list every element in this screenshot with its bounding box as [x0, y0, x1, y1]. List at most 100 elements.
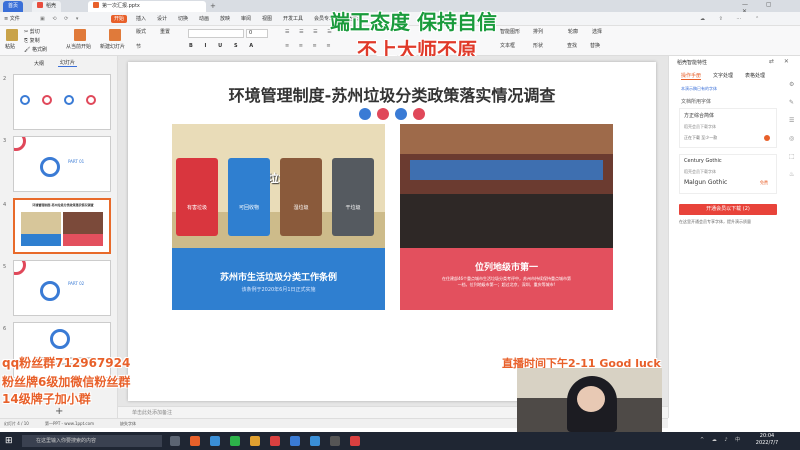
download-button[interactable]: 开通会员以下载 (2) [679, 204, 777, 215]
slide-thumb-4-selected[interactable]: 环境管理制度-苏州垃圾分类政策落实情况调查 [13, 198, 111, 254]
tab-document[interactable]: 第一次汇报.pptx [88, 1, 206, 12]
menu-design[interactable]: 设计 [157, 15, 167, 23]
task-view-icon[interactable] [170, 436, 180, 446]
shape-button[interactable]: 形状 [533, 43, 543, 50]
cut-label: 剪切 [29, 29, 40, 35]
outline-button[interactable]: 轮廓 [568, 29, 578, 36]
paragraph-buttons[interactable]: ☰ ☰ ☰ ☰ [285, 29, 336, 36]
regulation-card[interactable]: 苏州市生活垃圾分类工作条例 该条例于2020年6月1日正式实施 [172, 248, 385, 310]
slide-thumb-2[interactable] [13, 74, 111, 130]
find-button[interactable]: 查找 [567, 43, 577, 50]
conference-image[interactable] [400, 124, 613, 248]
docer-icon [37, 2, 43, 8]
slideshow-icon[interactable] [74, 29, 86, 41]
font-name-select[interactable] [188, 29, 244, 38]
edge-icon[interactable] [210, 436, 220, 446]
taskbar-search[interactable]: 在这里输入你要搜索的内容 [22, 435, 162, 447]
thumb-ring [14, 261, 26, 275]
slide[interactable]: 环境管理制度-苏州垃圾分类政策落实情况调查 苏州垃圾分类 有害垃圾 可回收物 湿… [128, 62, 656, 401]
cut-button[interactable]: ✂ 剪切 [24, 29, 40, 36]
layout-button[interactable]: 版式 [136, 29, 146, 36]
menu-file[interactable]: ≡ 文件 [4, 15, 20, 23]
font-item-1[interactable]: 方正综合简体 稻壳会员下载字体 正在下载 至少一款 [679, 108, 777, 148]
stream-fan-note-2: 14级牌子加小群 [2, 392, 91, 406]
menu-animation[interactable]: 动画 [199, 15, 209, 23]
menu-view[interactable]: 视图 [262, 15, 272, 23]
quick-access-icons[interactable]: ▣ ⟲ ⟳ ▾ [40, 15, 81, 23]
thumb-card [21, 234, 61, 246]
format-painter-button[interactable]: 🖌 格式刷 [24, 47, 47, 54]
font-size-select[interactable]: 0 [246, 29, 268, 38]
paste-icon[interactable] [6, 29, 18, 41]
wps-icon[interactable] [350, 436, 360, 446]
copy-label: 复制 [29, 38, 40, 44]
ranking-card[interactable]: 位列地级市第一 在住建部46个重点城市生活垃圾分类考评中，苏州市持续保持重点城市… [400, 248, 613, 310]
windows-start-icon[interactable]: ⊞ [5, 436, 13, 446]
tab-slides[interactable]: 幻灯片 [58, 59, 78, 67]
section-button[interactable]: 节 [136, 44, 141, 51]
app-icon-3[interactable] [290, 436, 300, 446]
ppt-file-icon [93, 2, 99, 8]
copy-button[interactable]: ⎘ 复制 [24, 38, 40, 45]
clock-time[interactable]: 20:04 [752, 433, 782, 439]
streamer-face [577, 386, 605, 412]
thumb-number: 3 [3, 138, 7, 144]
smartart-button[interactable]: 智能图形 [500, 29, 520, 36]
font-action[interactable]: 免费 [760, 180, 768, 186]
clock-date[interactable]: 2022/7/7 [750, 440, 784, 446]
decor-dot [395, 108, 407, 120]
app-icon-4[interactable] [330, 436, 340, 446]
menu-transition[interactable]: 切换 [178, 15, 188, 23]
replace-button[interactable]: 替换 [590, 43, 600, 50]
bin-wet: 湿垃圾 [280, 158, 322, 236]
from-current-button[interactable]: 从当前开始 [66, 44, 91, 51]
new-slide-icon[interactable] [109, 29, 121, 41]
arrange-button[interactable]: 排列 [533, 29, 543, 36]
text-box-button[interactable]: 文本框 [500, 43, 515, 50]
panel-link[interactable]: 本演示稿已有的字体 [681, 86, 717, 92]
garbage-bins-image[interactable]: 苏州垃圾分类 有害垃圾 可回收物 湿垃圾 干垃圾 [172, 124, 385, 248]
menu-slideshow[interactable]: 放映 [220, 15, 230, 23]
panel-controls[interactable]: ⇄ ✕ [769, 58, 793, 65]
system-tray-icons[interactable]: ^ ☁ ♪ 中 [700, 436, 743, 443]
font-name: 方正综合简体 [684, 113, 715, 119]
decor-dot [377, 108, 389, 120]
bin-label: 湿垃圾 [293, 205, 309, 211]
slide-thumb-3[interactable]: PART 01 [13, 136, 111, 192]
tab-outline[interactable]: 大纲 [34, 60, 44, 67]
tab-home[interactable]: 首页 [3, 1, 24, 12]
app-icon-1[interactable] [190, 436, 200, 446]
align-buttons[interactable]: ≡ ≡ ≡ ≡ [285, 43, 335, 50]
select-button[interactable]: 选择 [592, 29, 602, 36]
menu-insert[interactable]: 插入 [136, 15, 146, 23]
panel-tab-table[interactable]: 表格处理 [745, 72, 765, 79]
reset-button[interactable]: 重置 [160, 29, 170, 36]
download-icon[interactable] [764, 135, 770, 141]
missing-font[interactable]: 缺失字体 [120, 421, 136, 427]
font-tag: 稻壳会员下载字体 [684, 169, 716, 174]
font-item-2[interactable]: Century Gothic 稻壳会员下载字体 Malgun Gothic 免费 [679, 154, 777, 194]
thumb-ring [14, 137, 26, 151]
tab-docer[interactable]: 稻壳 [32, 1, 62, 12]
new-tab-icon[interactable]: + [210, 2, 216, 10]
browser-icon[interactable] [310, 436, 320, 446]
add-slide-icon[interactable]: + [55, 406, 63, 417]
menu-home[interactable]: 开始 [111, 15, 128, 23]
slide-title[interactable]: 环境管理制度-苏州垃圾分类政策落实情况调查 [128, 82, 656, 106]
menu-developer[interactable]: 开发工具 [283, 15, 303, 23]
panel-tab-manual[interactable]: 操作手册 [681, 72, 702, 80]
text-format-buttons[interactable]: B I U S A [189, 43, 258, 50]
panel-tab-text[interactable]: 文字处理 [713, 72, 733, 79]
notes-placeholder: 单击此处添加备注 [132, 410, 173, 416]
folder-icon[interactable] [250, 436, 260, 446]
format-painter-label: 格式刷 [31, 47, 47, 53]
new-slide-button[interactable]: 新建幻灯片 [100, 44, 125, 51]
wechat-icon[interactable] [230, 436, 240, 446]
panel-title: 稻壳智能特性 [677, 60, 708, 66]
share-icons[interactable]: ☁ ⇪ ⋯ ⌃ [700, 15, 765, 23]
panel-side-icons[interactable]: ⚙ ✎ ☰ ◎ ⬚ ♨ [789, 76, 797, 206]
app-icon-2[interactable] [270, 436, 280, 446]
menu-review[interactable]: 审阅 [241, 15, 251, 23]
slide-thumb-5[interactable]: PART 02 [13, 260, 111, 316]
paste-button[interactable]: 粘贴 [5, 44, 15, 51]
